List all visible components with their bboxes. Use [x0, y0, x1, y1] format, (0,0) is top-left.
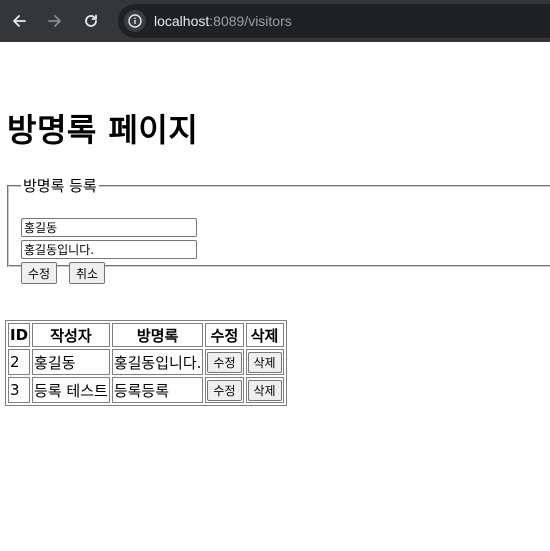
form-legend: 방명록 등록 — [23, 177, 97, 195]
content-input[interactable] — [21, 240, 197, 259]
header-delete: 삭제 — [245, 323, 284, 347]
header-content: 방명록 — [111, 323, 204, 347]
row-edit-button[interactable]: 수정 — [207, 351, 242, 373]
url-text[interactable]: localhost:8089/visitors — [154, 13, 292, 29]
header-id: ID — [8, 323, 31, 347]
forward-arrow-icon — [48, 15, 61, 27]
browser-toolbar: localhost:8089/visitors — [0, 0, 550, 42]
header-writer: 작성자 — [32, 323, 110, 347]
page-title: 방명록 페이지 — [7, 111, 199, 149]
form-cancel-button[interactable]: 취소 — [69, 262, 106, 284]
guestbook-table: ID 작성자 방명록 수정 삭제 2 홍길동 홍길동입니다. 수정 삭제 3 등… — [5, 320, 287, 406]
row-edit-button[interactable]: 수정 — [207, 379, 242, 401]
site-info-button[interactable] — [124, 10, 146, 32]
reload-button[interactable] — [80, 10, 102, 32]
table-row: 3 등록 테스트 등록등록 수정 삭제 — [8, 377, 284, 403]
back-arrow-icon — [13, 15, 26, 27]
cell-id: 3 — [8, 377, 31, 403]
cell-writer: 등록 테스트 — [32, 377, 110, 403]
cell-writer: 홍길동 — [32, 349, 110, 375]
cell-delete: 삭제 — [245, 349, 284, 375]
form-edit-button[interactable]: 수정 — [21, 262, 58, 284]
table-header-row: ID 작성자 방명록 수정 삭제 — [8, 323, 284, 347]
writer-input[interactable] — [21, 218, 197, 237]
forward-button[interactable] — [44, 10, 66, 32]
row-delete-button[interactable]: 삭제 — [247, 351, 282, 373]
url-host: localhost — [154, 13, 210, 29]
table-row: 2 홍길동 홍길동입니다. 수정 삭제 — [8, 349, 284, 375]
cell-content: 홍길동입니다. — [111, 349, 204, 375]
info-icon — [128, 14, 142, 28]
cell-delete: 삭제 — [245, 377, 284, 403]
header-edit: 수정 — [205, 323, 244, 347]
reload-icon — [85, 14, 97, 27]
row-delete-button[interactable]: 삭제 — [247, 379, 282, 401]
guestbook-form: 방명록 등록 수정 취소 — [7, 175, 550, 284]
back-button[interactable] — [8, 10, 30, 32]
cell-edit: 수정 — [205, 377, 244, 403]
cell-id: 2 — [8, 349, 31, 375]
url-path: :8089/visitors — [209, 13, 292, 29]
address-bar[interactable]: localhost:8089/visitors — [118, 4, 550, 38]
cell-edit: 수정 — [205, 349, 244, 375]
cell-content: 등록등록 — [111, 377, 204, 403]
